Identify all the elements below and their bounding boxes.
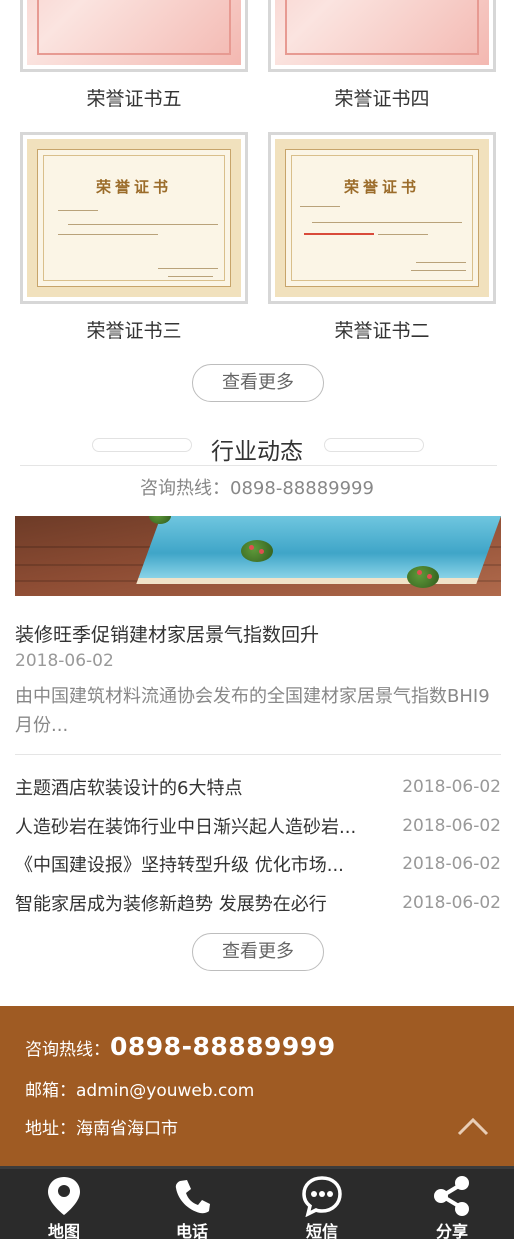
phone-icon bbox=[175, 1180, 210, 1214]
map-pin-icon bbox=[48, 1177, 80, 1215]
news-item-date: 2018-06-02 bbox=[402, 815, 501, 836]
certificate-label: 荣誉证书五 bbox=[86, 88, 182, 110]
nav-sms[interactable]: 短信 bbox=[258, 1169, 386, 1239]
news-item-date: 2018-06-02 bbox=[402, 892, 501, 913]
sms-icon bbox=[302, 1176, 342, 1217]
news-item-title: 《中国建设报》坚持转型升级 优化市场... bbox=[15, 855, 344, 877]
certificate-card[interactable]: 荣誉证书 荣誉证书二 bbox=[268, 132, 496, 342]
news-list-item[interactable]: 主题酒店软装设计的6大特点 2018-06-02 bbox=[15, 768, 501, 807]
divider bbox=[20, 465, 497, 466]
certificate-image bbox=[27, 0, 241, 65]
certificate-heading: 荣誉证书 bbox=[343, 178, 420, 196]
certificate-image: 荣誉证书 bbox=[275, 139, 489, 297]
news-item-title: 智能家居成为装修新趋势 发展势在必行 bbox=[15, 893, 327, 915]
share-icon bbox=[434, 1176, 469, 1216]
nav-map[interactable]: 地图 bbox=[0, 1169, 128, 1239]
section-title: 行业动态 bbox=[211, 439, 303, 465]
certificate-card[interactable]: 荣誉证书五 bbox=[20, 0, 248, 110]
nav-label: 短信 bbox=[305, 1222, 338, 1239]
nav-label: 分享 bbox=[435, 1222, 468, 1239]
footer-hotline-number[interactable]: 0898-88889999 bbox=[110, 1032, 336, 1061]
footer-hotline[interactable]: 咨询热线：0898-88889999 bbox=[25, 1032, 336, 1061]
news-item-title: 人造砂岩在装饰行业中日渐兴起人造砂岩... bbox=[15, 816, 357, 838]
certificate-card[interactable]: 荣誉证书 荣誉证书三 bbox=[20, 132, 248, 342]
certificate-card[interactable]: 荣誉证书四 bbox=[268, 0, 496, 110]
news-list: 主题酒店软装设计的6大特点 2018-06-02 人造砂岩在装饰行业中日渐兴起人… bbox=[15, 768, 501, 922]
section-hotline: 咨询热线：0898-88889999 bbox=[140, 478, 374, 499]
divider bbox=[15, 754, 501, 755]
certificate-label: 荣誉证书二 bbox=[334, 320, 430, 342]
certificate-image bbox=[275, 0, 489, 65]
footer-hotline-label: 咨询热线： bbox=[25, 1040, 110, 1060]
featured-news-title[interactable]: 装修旺季促销建材家居景气指数回升 bbox=[15, 620, 319, 647]
footer-address: 地址：海南省海口市 bbox=[25, 1119, 178, 1139]
news-item-title: 主题酒店软装设计的6大特点 bbox=[15, 778, 243, 800]
certificate-heading: 荣誉证书 bbox=[95, 178, 172, 196]
news-item-date: 2018-06-02 bbox=[402, 777, 501, 798]
certificates-more-button[interactable]: 查看更多 bbox=[192, 364, 324, 402]
footer: 咨询热线：0898-88889999 邮箱：admin@youweb.com 地… bbox=[0, 1006, 514, 1166]
featured-news-summary: 由中国建筑材料流通协会发布的全国建材家居景气指数BHI9月份... bbox=[15, 686, 490, 736]
news-list-item[interactable]: 智能家居成为装修新趋势 发展势在必行 2018-06-02 bbox=[15, 884, 501, 923]
certificate-image: 荣誉证书 bbox=[27, 139, 241, 297]
news-list-item[interactable]: 《中国建设报》坚持转型升级 优化市场... 2018-06-02 bbox=[15, 845, 501, 884]
footer-email[interactable]: 邮箱：admin@youweb.com bbox=[25, 1076, 254, 1101]
nav-label: 电话 bbox=[175, 1222, 208, 1239]
news-list-item[interactable]: 人造砂岩在装饰行业中日渐兴起人造砂岩... 2018-06-02 bbox=[15, 807, 501, 846]
back-to-top-icon[interactable] bbox=[457, 1116, 489, 1136]
featured-news-image[interactable] bbox=[15, 516, 501, 596]
certificate-label: 荣誉证书三 bbox=[86, 320, 182, 342]
bottom-nav: 地图 电话 短信 分享 bbox=[0, 1166, 514, 1239]
certificate-label: 荣誉证书四 bbox=[334, 88, 430, 110]
featured-news-date: 2018-06-02 bbox=[15, 651, 114, 671]
nav-share[interactable]: 分享 bbox=[388, 1169, 514, 1239]
nav-phone[interactable]: 电话 bbox=[128, 1169, 256, 1239]
news-more-button[interactable]: 查看更多 bbox=[192, 933, 324, 971]
nav-label: 地图 bbox=[47, 1222, 80, 1239]
news-item-date: 2018-06-02 bbox=[402, 854, 501, 875]
